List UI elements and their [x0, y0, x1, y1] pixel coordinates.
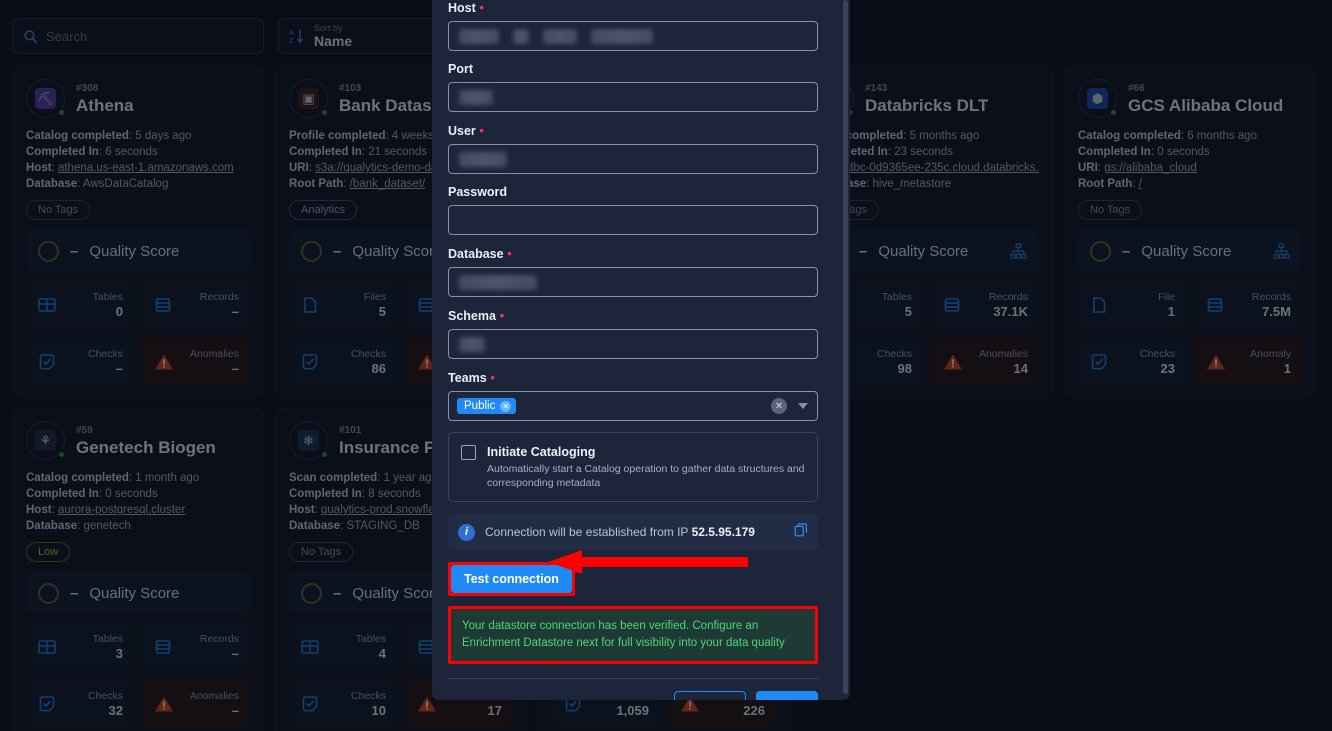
- datastore-connection-modal: Host • Port User • Password Database • Schema…: [432, 0, 850, 700]
- form-field: Host •: [448, 0, 818, 51]
- form-field: Password: [448, 185, 818, 235]
- modal-body: Host • Port User • Password Database • Schema…: [432, 0, 842, 700]
- modal-scrollbar[interactable]: [843, 0, 848, 694]
- teams-label: Teams •: [448, 370, 495, 385]
- verification-highlight: Your datastore connection has been verif…: [448, 606, 818, 664]
- modal-actions: Finish Next: [448, 691, 818, 700]
- redacted-value: [459, 151, 507, 167]
- connection-ip-text: Connection will be established from IP 5…: [485, 525, 755, 539]
- modal-divider: [448, 678, 818, 679]
- required-marker: •: [495, 308, 505, 323]
- redacted-value: [459, 89, 493, 105]
- clear-circle-icon[interactable]: ✕: [771, 398, 787, 414]
- next-button[interactable]: Next: [755, 691, 818, 700]
- required-marker: •: [503, 246, 512, 261]
- field-input[interactable]: [448, 82, 818, 112]
- initiate-cataloging-title: Initiate Cataloging: [487, 445, 596, 459]
- info-icon: i: [458, 523, 475, 541]
- field-input[interactable]: [448, 144, 818, 174]
- verification-message-box: Your datastore connection has been verif…: [451, 609, 815, 661]
- connection-ip-info: i Connection will be established from IP…: [448, 514, 818, 550]
- form-field: Schema •: [448, 308, 818, 359]
- field-label: Port: [448, 62, 473, 76]
- connection-ip-value: 52.5.95.179: [691, 525, 755, 539]
- initiate-cataloging-panel[interactable]: Initiate Cataloging Automatically start …: [448, 432, 818, 502]
- field-label: Database •: [448, 246, 512, 261]
- form-field: User •: [448, 123, 818, 174]
- redacted-value: [459, 336, 485, 352]
- team-chip-label: Public: [464, 400, 496, 412]
- verification-message: Your datastore connection has been verif…: [462, 620, 785, 649]
- initiate-cataloging-description: Automatically start a Catalog operation …: [487, 463, 805, 489]
- field-label: User •: [448, 123, 484, 138]
- annotation-arrow: [548, 550, 748, 574]
- field-label: Host •: [448, 0, 484, 15]
- field-input[interactable]: [448, 205, 818, 235]
- team-chip[interactable]: Public ✕: [457, 398, 517, 414]
- initiate-cataloging-checkbox[interactable]: [461, 445, 476, 460]
- chevron-down-icon[interactable]: [798, 403, 808, 409]
- form-field: Port: [448, 62, 818, 112]
- field-input[interactable]: [448, 329, 818, 359]
- field-input[interactable]: [448, 267, 818, 297]
- connection-ip-prefix: Connection will be established from IP: [485, 525, 692, 539]
- finish-button[interactable]: Finish: [673, 691, 746, 700]
- connection-fields: Host • Port User • Password Database • Schema…: [448, 0, 818, 359]
- teams-select[interactable]: Public ✕ ✕: [448, 391, 818, 421]
- field-input[interactable]: [448, 21, 818, 51]
- required-marker: •: [475, 0, 484, 15]
- app-root: Search A Z Sort by Name ⛏#308AthenaCatal…: [0, 0, 1332, 731]
- field-label: Schema •: [448, 308, 505, 323]
- teams-field: Teams • Public ✕ ✕: [448, 370, 818, 421]
- field-label: Password: [448, 185, 508, 199]
- remove-chip-icon[interactable]: ✕: [500, 400, 512, 412]
- required-marker: •: [486, 370, 495, 385]
- redacted-value: [459, 28, 653, 44]
- copy-icon[interactable]: [794, 522, 808, 542]
- required-marker: •: [475, 123, 484, 138]
- redacted-value: [459, 274, 537, 290]
- form-field: Database •: [448, 246, 818, 297]
